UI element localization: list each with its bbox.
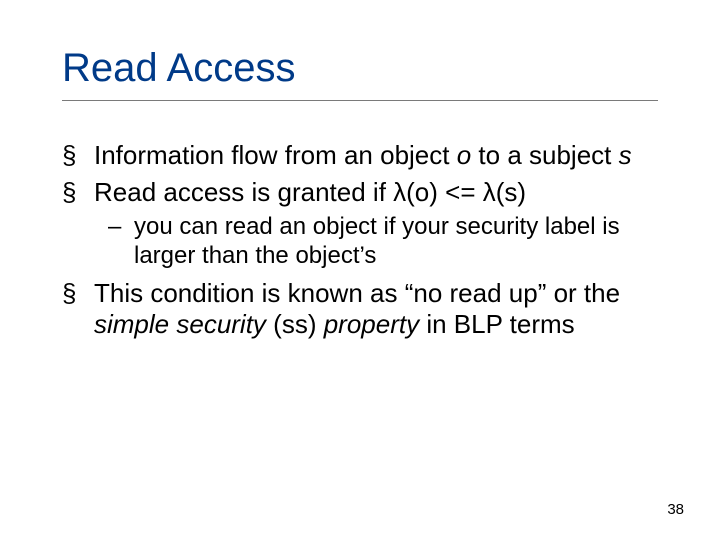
page-number: 38 — [667, 501, 684, 518]
italic-text: o — [457, 140, 471, 170]
bullet-item: This condition is known as “no read up” … — [62, 278, 658, 339]
sub-bullet-list: you can read an object if your security … — [94, 213, 658, 270]
bullet-list: Information flow from an object o to a s… — [62, 140, 658, 339]
bullet-item: Read access is granted if λ(o) <= λ(s)yo… — [62, 177, 658, 270]
slide-title: Read Access — [62, 46, 295, 91]
sub-bullet-item: you can read an object if your security … — [108, 213, 658, 270]
bullet-item: Information flow from an object o to a s… — [62, 140, 658, 171]
italic-text: s — [619, 140, 632, 170]
title-underline — [62, 100, 658, 101]
italic-text: property — [324, 309, 419, 339]
slide: Read Access Information flow from an obj… — [0, 0, 720, 540]
italic-text: simple security — [94, 309, 266, 339]
slide-body: Information flow from an object o to a s… — [62, 140, 658, 345]
